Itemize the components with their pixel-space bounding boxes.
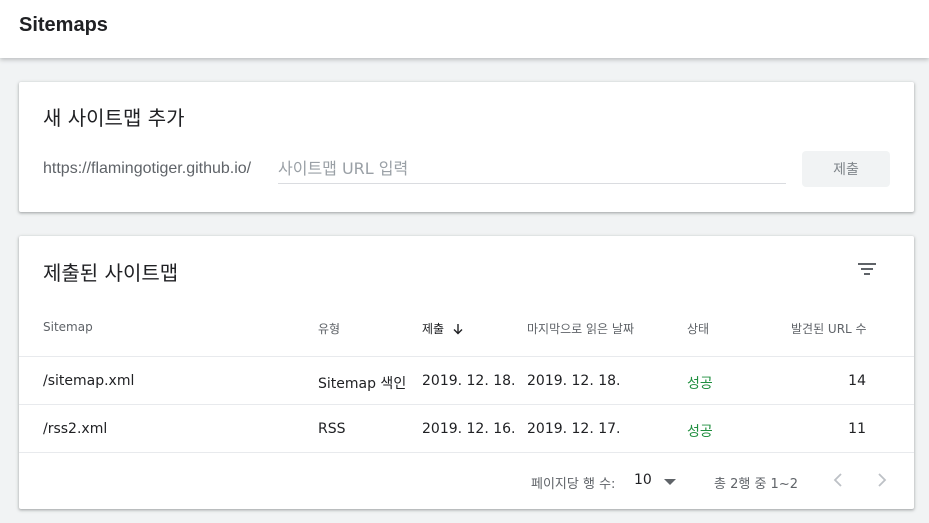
column-header-sitemap[interactable]: Sitemap [43,320,93,334]
submitted-sitemaps-card: 제출된 사이트맵 Sitemap 유형 제출 마지막으로 읽은 날짜 상태 발견… [19,236,914,509]
submitted-sitemaps-title: 제출된 사이트맵 [43,261,179,285]
cell-last-read: 2019. 12. 17. [527,421,621,437]
column-header-submitted[interactable]: 제출 [422,320,464,337]
cell-discovered-urls: 14 [848,373,866,389]
column-header-type[interactable]: 유형 [318,320,340,337]
table-row[interactable]: /sitemap.xml Sitemap 색인 2019. 12. 18. 20… [19,356,914,404]
filter-icon[interactable] [855,258,879,278]
cell-type: RSS [318,421,346,437]
top-app-bar: Sitemaps [0,0,929,58]
cell-last-read: 2019. 12. 18. [527,373,621,389]
column-header-last-read[interactable]: 마지막으로 읽은 날짜 [527,320,634,337]
add-sitemap-card: 새 사이트맵 추가 https://flamingotiger.github.i… [19,82,914,212]
cell-submitted: 2019. 12. 16. [422,421,516,437]
arrow-down-icon [453,324,463,335]
cell-discovered-urls: 11 [848,421,866,437]
submit-button[interactable]: 제출 [802,151,890,187]
sitemap-url-input[interactable] [278,154,786,184]
cell-sitemap: /sitemap.xml [43,373,135,389]
chevron-right-icon[interactable] [873,470,891,490]
cell-status: 성공 [687,424,713,440]
cell-submitted: 2019. 12. 18. [422,373,516,389]
url-prefix: https://flamingotiger.github.io/ [43,160,252,177]
pagination-range: 총 2행 중 1~2 [714,477,798,492]
page-title: Sitemaps [19,14,108,36]
cell-status: 성공 [687,376,713,392]
caret-down-icon[interactable] [664,479,676,485]
cell-type: Sitemap 색인 [318,376,407,392]
column-header-status[interactable]: 상태 [687,320,709,337]
cell-sitemap: /rss2.xml [43,421,108,437]
add-sitemap-title: 새 사이트맵 추가 [43,106,185,130]
column-header-discovered-urls[interactable]: 발견된 URL 수 [791,320,867,337]
table-row[interactable]: /rss2.xml RSS 2019. 12. 16. 2019. 12. 17… [19,404,914,452]
rows-per-page-select[interactable]: 10 [634,472,652,488]
chevron-left-icon[interactable] [829,470,847,490]
table-footer-divider [19,452,914,453]
rows-per-page-label: 페이지당 행 수: [531,477,616,492]
column-header-submitted-label: 제출 [422,322,445,336]
